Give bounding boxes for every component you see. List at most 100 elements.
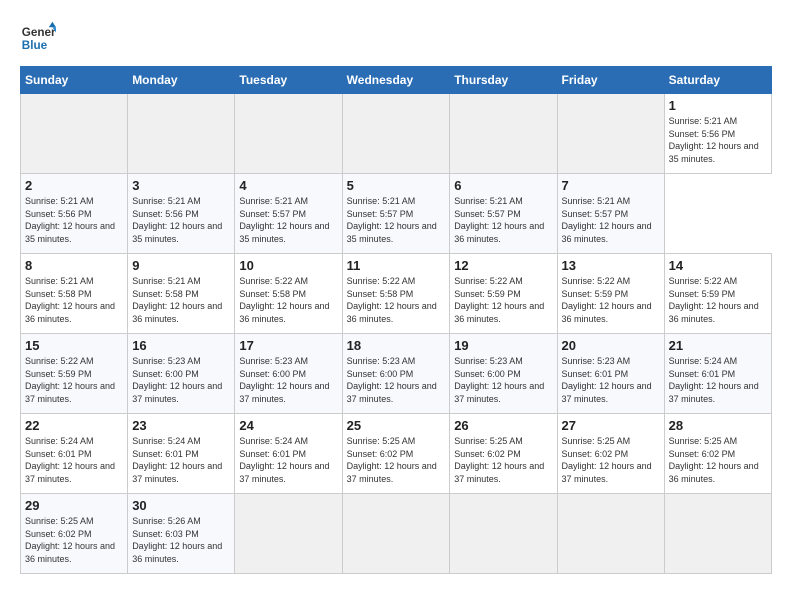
weekday-header-monday: Monday bbox=[128, 67, 235, 94]
day-info: Sunrise: 5:22 AM Sunset: 5:58 PM Dayligh… bbox=[239, 275, 337, 325]
calendar-table: SundayMondayTuesdayWednesdayThursdayFrid… bbox=[20, 66, 772, 574]
calendar-cell-day: 3 Sunrise: 5:21 AM Sunset: 5:56 PM Dayli… bbox=[128, 174, 235, 254]
calendar-cell-empty bbox=[664, 494, 771, 574]
calendar-week-row: 2 Sunrise: 5:21 AM Sunset: 5:56 PM Dayli… bbox=[21, 174, 772, 254]
weekday-header-saturday: Saturday bbox=[664, 67, 771, 94]
day-info: Sunrise: 5:24 AM Sunset: 6:01 PM Dayligh… bbox=[132, 435, 230, 485]
calendar-cell-day: 15 Sunrise: 5:22 AM Sunset: 5:59 PM Dayl… bbox=[21, 334, 128, 414]
calendar-cell-day: 12 Sunrise: 5:22 AM Sunset: 5:59 PM Dayl… bbox=[450, 254, 557, 334]
day-info: Sunrise: 5:22 AM Sunset: 5:59 PM Dayligh… bbox=[669, 275, 767, 325]
day-number: 7 bbox=[562, 178, 660, 193]
day-info: Sunrise: 5:26 AM Sunset: 6:03 PM Dayligh… bbox=[132, 515, 230, 565]
calendar-cell-day: 10 Sunrise: 5:22 AM Sunset: 5:58 PM Dayl… bbox=[235, 254, 342, 334]
day-info: Sunrise: 5:21 AM Sunset: 5:57 PM Dayligh… bbox=[239, 195, 337, 245]
weekday-header-tuesday: Tuesday bbox=[235, 67, 342, 94]
day-info: Sunrise: 5:23 AM Sunset: 6:00 PM Dayligh… bbox=[132, 355, 230, 405]
calendar-cell-empty bbox=[342, 94, 450, 174]
calendar-cell-empty bbox=[235, 494, 342, 574]
header-section: General Blue bbox=[20, 20, 772, 56]
day-number: 3 bbox=[132, 178, 230, 193]
calendar-week-row: 22 Sunrise: 5:24 AM Sunset: 6:01 PM Dayl… bbox=[21, 414, 772, 494]
day-number: 23 bbox=[132, 418, 230, 433]
calendar-cell-day: 11 Sunrise: 5:22 AM Sunset: 5:58 PM Dayl… bbox=[342, 254, 450, 334]
day-info: Sunrise: 5:24 AM Sunset: 6:01 PM Dayligh… bbox=[239, 435, 337, 485]
calendar-cell-empty bbox=[450, 94, 557, 174]
calendar-cell-day: 30 Sunrise: 5:26 AM Sunset: 6:03 PM Dayl… bbox=[128, 494, 235, 574]
day-number: 25 bbox=[347, 418, 446, 433]
day-number: 19 bbox=[454, 338, 552, 353]
calendar-cell-empty bbox=[235, 94, 342, 174]
day-number: 21 bbox=[669, 338, 767, 353]
svg-text:General: General bbox=[22, 26, 56, 39]
day-number: 20 bbox=[562, 338, 660, 353]
day-info: Sunrise: 5:22 AM Sunset: 5:59 PM Dayligh… bbox=[562, 275, 660, 325]
day-number: 1 bbox=[669, 98, 767, 113]
day-number: 22 bbox=[25, 418, 123, 433]
day-info: Sunrise: 5:21 AM Sunset: 5:56 PM Dayligh… bbox=[669, 115, 767, 165]
day-number: 8 bbox=[25, 258, 123, 273]
day-number: 13 bbox=[562, 258, 660, 273]
day-number: 9 bbox=[132, 258, 230, 273]
calendar-week-row: 15 Sunrise: 5:22 AM Sunset: 5:59 PM Dayl… bbox=[21, 334, 772, 414]
day-number: 26 bbox=[454, 418, 552, 433]
day-info: Sunrise: 5:22 AM Sunset: 5:58 PM Dayligh… bbox=[347, 275, 446, 325]
day-number: 12 bbox=[454, 258, 552, 273]
calendar-cell-day: 14 Sunrise: 5:22 AM Sunset: 5:59 PM Dayl… bbox=[664, 254, 771, 334]
weekday-header-row: SundayMondayTuesdayWednesdayThursdayFrid… bbox=[21, 67, 772, 94]
calendar-cell-day: 25 Sunrise: 5:25 AM Sunset: 6:02 PM Dayl… bbox=[342, 414, 450, 494]
calendar-cell-day: 9 Sunrise: 5:21 AM Sunset: 5:58 PM Dayli… bbox=[128, 254, 235, 334]
day-number: 2 bbox=[25, 178, 123, 193]
day-info: Sunrise: 5:23 AM Sunset: 6:00 PM Dayligh… bbox=[454, 355, 552, 405]
weekday-header-wednesday: Wednesday bbox=[342, 67, 450, 94]
day-number: 29 bbox=[25, 498, 123, 513]
day-number: 14 bbox=[669, 258, 767, 273]
day-info: Sunrise: 5:21 AM Sunset: 5:56 PM Dayligh… bbox=[25, 195, 123, 245]
calendar-cell-day: 24 Sunrise: 5:24 AM Sunset: 6:01 PM Dayl… bbox=[235, 414, 342, 494]
calendar-cell-day: 4 Sunrise: 5:21 AM Sunset: 5:57 PM Dayli… bbox=[235, 174, 342, 254]
calendar-cell-day: 8 Sunrise: 5:21 AM Sunset: 5:58 PM Dayli… bbox=[21, 254, 128, 334]
day-info: Sunrise: 5:21 AM Sunset: 5:56 PM Dayligh… bbox=[132, 195, 230, 245]
day-info: Sunrise: 5:25 AM Sunset: 6:02 PM Dayligh… bbox=[669, 435, 767, 485]
calendar-cell-day: 26 Sunrise: 5:25 AM Sunset: 6:02 PM Dayl… bbox=[450, 414, 557, 494]
day-info: Sunrise: 5:24 AM Sunset: 6:01 PM Dayligh… bbox=[669, 355, 767, 405]
day-number: 17 bbox=[239, 338, 337, 353]
weekday-header-sunday: Sunday bbox=[21, 67, 128, 94]
logo-icon: General Blue bbox=[20, 20, 56, 56]
day-info: Sunrise: 5:21 AM Sunset: 5:57 PM Dayligh… bbox=[562, 195, 660, 245]
day-number: 24 bbox=[239, 418, 337, 433]
day-number: 4 bbox=[239, 178, 337, 193]
calendar-cell-empty bbox=[557, 494, 664, 574]
day-number: 15 bbox=[25, 338, 123, 353]
logo: General Blue bbox=[20, 20, 56, 56]
calendar-cell-day: 6 Sunrise: 5:21 AM Sunset: 5:57 PM Dayli… bbox=[450, 174, 557, 254]
calendar-cell-day: 16 Sunrise: 5:23 AM Sunset: 6:00 PM Dayl… bbox=[128, 334, 235, 414]
day-info: Sunrise: 5:25 AM Sunset: 6:02 PM Dayligh… bbox=[454, 435, 552, 485]
calendar-cell-day: 2 Sunrise: 5:21 AM Sunset: 5:56 PM Dayli… bbox=[21, 174, 128, 254]
day-info: Sunrise: 5:22 AM Sunset: 5:59 PM Dayligh… bbox=[454, 275, 552, 325]
day-info: Sunrise: 5:25 AM Sunset: 6:02 PM Dayligh… bbox=[562, 435, 660, 485]
calendar-cell-day: 18 Sunrise: 5:23 AM Sunset: 6:00 PM Dayl… bbox=[342, 334, 450, 414]
day-info: Sunrise: 5:22 AM Sunset: 5:59 PM Dayligh… bbox=[25, 355, 123, 405]
day-number: 11 bbox=[347, 258, 446, 273]
day-number: 6 bbox=[454, 178, 552, 193]
day-number: 5 bbox=[347, 178, 446, 193]
day-info: Sunrise: 5:23 AM Sunset: 6:01 PM Dayligh… bbox=[562, 355, 660, 405]
calendar-cell-day: 1 Sunrise: 5:21 AM Sunset: 5:56 PM Dayli… bbox=[664, 94, 771, 174]
day-number: 27 bbox=[562, 418, 660, 433]
day-number: 10 bbox=[239, 258, 337, 273]
day-info: Sunrise: 5:21 AM Sunset: 5:58 PM Dayligh… bbox=[25, 275, 123, 325]
svg-text:Blue: Blue bbox=[22, 39, 48, 52]
calendar-week-row: 8 Sunrise: 5:21 AM Sunset: 5:58 PM Dayli… bbox=[21, 254, 772, 334]
day-number: 30 bbox=[132, 498, 230, 513]
weekday-header-friday: Friday bbox=[557, 67, 664, 94]
day-info: Sunrise: 5:24 AM Sunset: 6:01 PM Dayligh… bbox=[25, 435, 123, 485]
day-info: Sunrise: 5:23 AM Sunset: 6:00 PM Dayligh… bbox=[347, 355, 446, 405]
day-info: Sunrise: 5:23 AM Sunset: 6:00 PM Dayligh… bbox=[239, 355, 337, 405]
day-info: Sunrise: 5:25 AM Sunset: 6:02 PM Dayligh… bbox=[25, 515, 123, 565]
calendar-cell-empty bbox=[557, 94, 664, 174]
day-info: Sunrise: 5:25 AM Sunset: 6:02 PM Dayligh… bbox=[347, 435, 446, 485]
day-number: 16 bbox=[132, 338, 230, 353]
calendar-week-row: 29 Sunrise: 5:25 AM Sunset: 6:02 PM Dayl… bbox=[21, 494, 772, 574]
calendar-cell-day: 7 Sunrise: 5:21 AM Sunset: 5:57 PM Dayli… bbox=[557, 174, 664, 254]
calendar-week-row: 1 Sunrise: 5:21 AM Sunset: 5:56 PM Dayli… bbox=[21, 94, 772, 174]
